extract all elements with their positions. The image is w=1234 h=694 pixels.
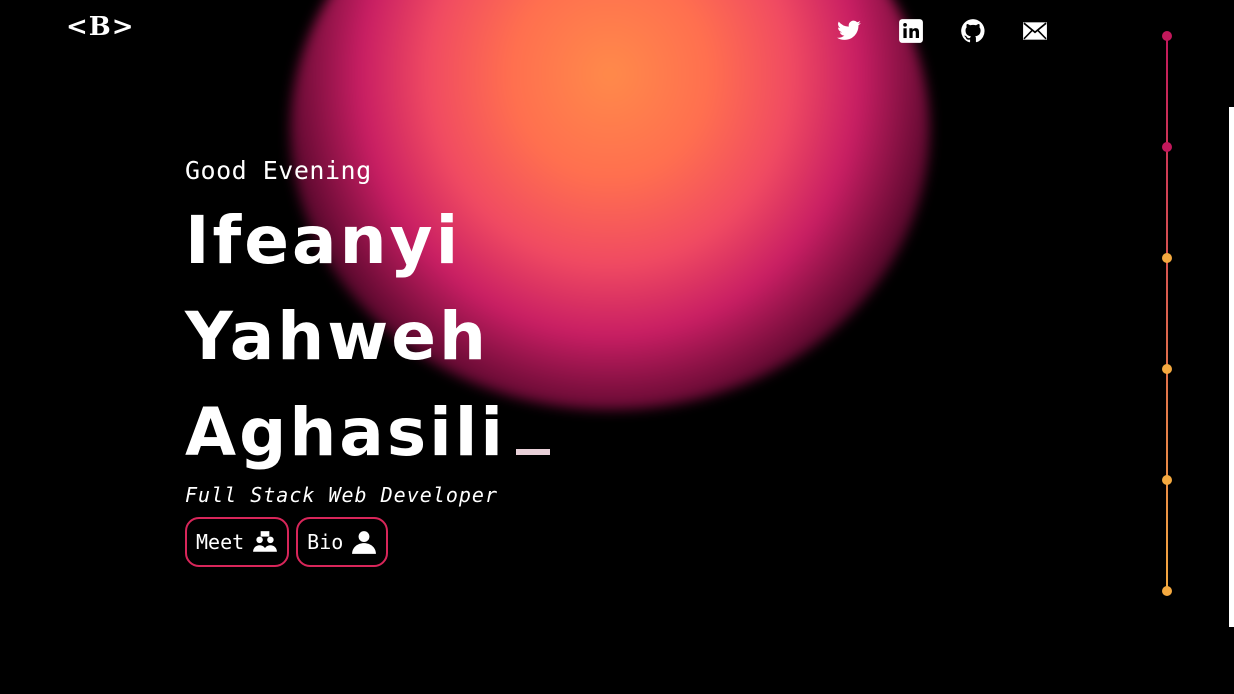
timeline-dot[interactable] bbox=[1162, 31, 1172, 41]
meet-button[interactable]: Meet bbox=[185, 517, 290, 567]
role-subtitle: Full Stack Web Developer bbox=[185, 483, 498, 507]
timeline-dot[interactable] bbox=[1162, 475, 1172, 485]
github-icon bbox=[961, 19, 985, 43]
twitter-icon bbox=[837, 20, 861, 40]
scroll-timeline bbox=[1162, 31, 1172, 596]
social-links bbox=[836, 18, 1048, 44]
email-link[interactable] bbox=[1022, 18, 1048, 44]
timeline-dot[interactable] bbox=[1162, 142, 1172, 152]
bio-button[interactable]: Bio bbox=[296, 517, 389, 567]
hero-name-text: Ifeanyi Yahweh Aghasili bbox=[185, 202, 506, 471]
meet-button-label: Meet bbox=[196, 530, 245, 554]
twitter-link[interactable] bbox=[836, 18, 862, 44]
timeline-dot[interactable] bbox=[1162, 253, 1172, 263]
hero-name: Ifeanyi Yahweh Aghasili bbox=[185, 193, 785, 481]
site-logo[interactable]: <B> bbox=[66, 12, 135, 42]
meeting-icon bbox=[253, 531, 278, 552]
user-icon bbox=[352, 531, 377, 554]
bio-button-label: Bio bbox=[307, 530, 344, 554]
greeting-text: Good Evening bbox=[185, 156, 372, 185]
scrollbar[interactable] bbox=[1229, 107, 1234, 627]
hero-buttons: Meet Bio bbox=[185, 517, 785, 567]
timeline-dot[interactable] bbox=[1162, 364, 1172, 374]
linkedin-icon bbox=[899, 19, 923, 43]
timeline-dot[interactable] bbox=[1162, 586, 1172, 596]
mail-icon bbox=[1023, 22, 1047, 40]
linkedin-link[interactable] bbox=[898, 18, 924, 44]
typing-cursor bbox=[516, 449, 550, 455]
hero-section: Good Evening Ifeanyi Yahweh Aghasili Ful… bbox=[185, 156, 785, 567]
github-link[interactable] bbox=[960, 18, 986, 44]
